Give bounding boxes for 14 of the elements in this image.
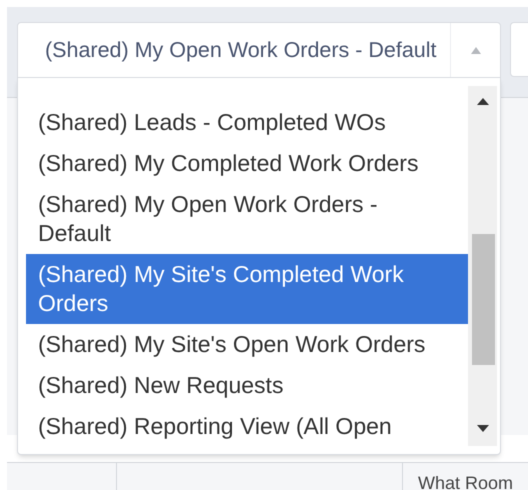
view-option[interactable]: (Shared) My Site's Completed Work Orders [26, 254, 468, 324]
input-field[interactable] [510, 22, 528, 77]
view-select[interactable]: (Shared) My Open Work Orders - Default [17, 22, 501, 78]
view-option[interactable]: (Shared) My Site's Open Work Orders [26, 324, 468, 365]
scrollbar[interactable] [468, 86, 497, 446]
selected-view: (Shared) My Open Work Orders - Default [44, 36, 438, 64]
view-option[interactable]: (Shared) My Open Work Orders - Default [26, 184, 468, 254]
scroll-down-icon[interactable] [477, 425, 489, 432]
scroll-thumb[interactable] [472, 234, 495, 365]
column-header: What Room [418, 473, 514, 490]
view-option[interactable]: (Shared) Reporting View (All Open [26, 406, 468, 447]
view-option[interactable]: (Shared) Leads - Completed WOs [26, 102, 468, 143]
view-option[interactable]: (Shared) My Completed Work Orders [26, 143, 468, 184]
view-option[interactable]: (Shared) New Requests [26, 365, 468, 406]
